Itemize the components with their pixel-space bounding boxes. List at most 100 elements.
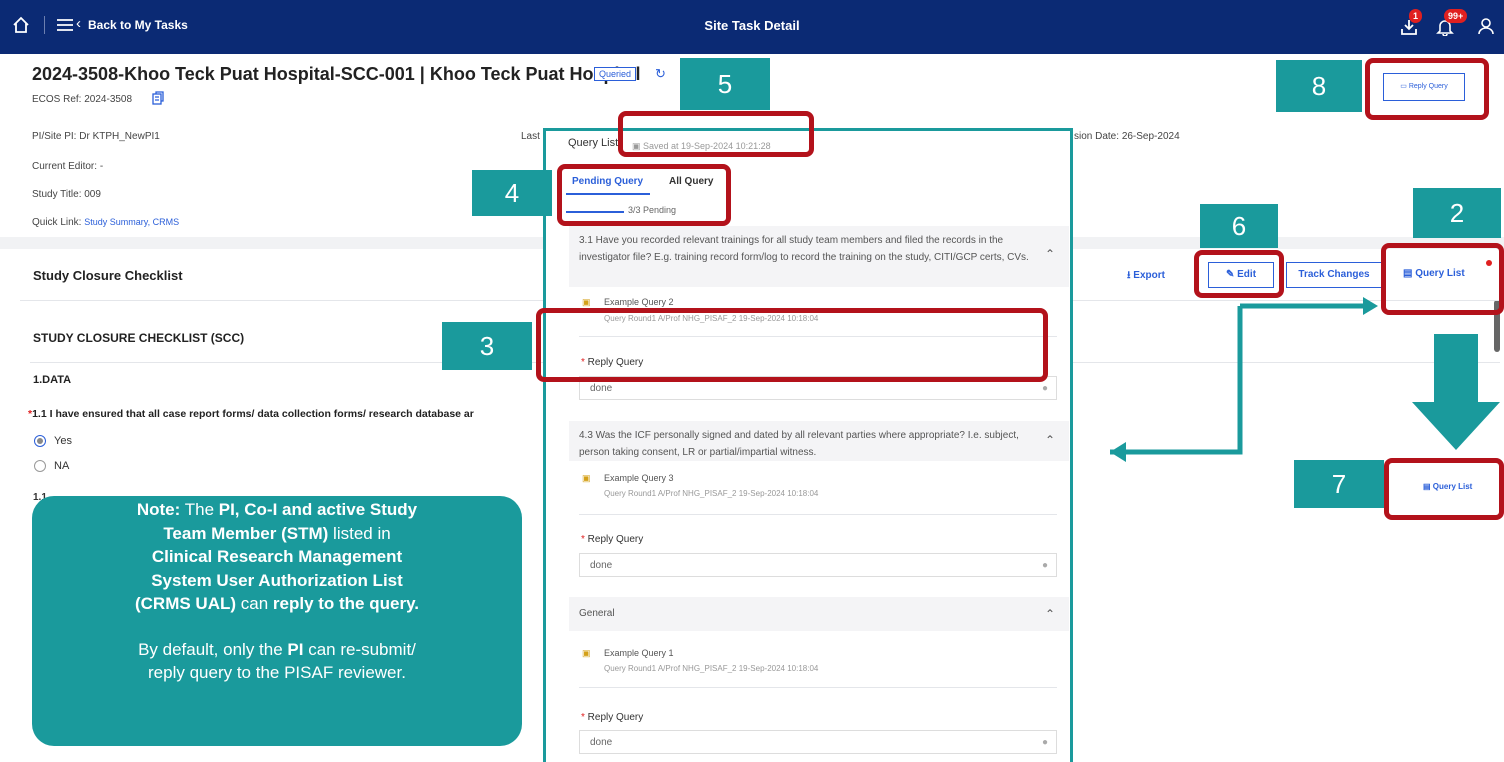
- note-text: reply to the query.: [272, 594, 419, 613]
- query-question-3-1[interactable]: 3.1 Have you recorded relevant trainings…: [569, 226, 1069, 287]
- required-marker: *: [581, 534, 588, 545]
- copy-icon[interactable]: [152, 91, 164, 105]
- panel-title: Query List: [568, 137, 619, 149]
- query-flag-icon: ▣: [582, 473, 591, 483]
- query-name: Example Query 1: [604, 648, 674, 658]
- radio-yes[interactable]: [34, 435, 46, 447]
- required-marker: *: [581, 712, 588, 723]
- editor-label: Current Editor:: [32, 161, 98, 172]
- checklist-title: Study Closure Checklist: [33, 268, 183, 283]
- quick-link-label: Quick Link:: [32, 217, 82, 228]
- query-question-4-3[interactable]: 4.3 Was the ICF personally signed and da…: [569, 421, 1069, 461]
- note-text: reply query to the PISAF reviewer.: [148, 663, 406, 682]
- clear-icon[interactable]: ●: [1042, 731, 1048, 755]
- query-question-general[interactable]: General ⌃: [569, 597, 1069, 631]
- query-flag-icon: ▣: [582, 297, 591, 307]
- query-name: Example Query 2: [604, 297, 674, 307]
- note-text: By default, only the: [138, 639, 288, 659]
- notification-count-badge: 99+: [1444, 9, 1468, 23]
- note-text: System User Authorization List: [151, 570, 403, 590]
- form-heading: STUDY CLOSURE CHECKLIST (SCC): [33, 331, 245, 345]
- track-changes-button[interactable]: Track Changes: [1286, 262, 1382, 288]
- note-line-7: reply query to the PISAF reviewer.: [54, 661, 500, 685]
- note-text: Note:: [136, 500, 181, 519]
- reply-query-input[interactable]: done ●: [579, 730, 1057, 754]
- user-icon[interactable]: [1477, 17, 1495, 35]
- reply-value: done: [590, 737, 613, 748]
- note-line-3: Clinical Research Management: [54, 545, 500, 569]
- divider: [579, 687, 1057, 688]
- radio-yes-label: Yes: [54, 435, 72, 447]
- section-data: 1.DATA: [33, 374, 72, 386]
- quick-link[interactable]: Study Summary, CRMS: [84, 217, 179, 227]
- query-name: Example Query 3: [604, 473, 674, 483]
- note-text: Team Member (STM): [163, 523, 329, 543]
- top-nav-bar: ‹ Back to My Tasks Site Task Detail 1 99…: [0, 0, 1504, 54]
- note-callout: Note: The PI, Co-I and active Study Team…: [32, 496, 522, 746]
- radio-na[interactable]: [34, 460, 46, 472]
- query-list-collapsed-button[interactable]: ▤ Query List: [1423, 482, 1472, 491]
- question-1-1-text: 1.1 I have ensured that all case report …: [32, 408, 474, 420]
- note-text: Clinical Research Management: [151, 547, 403, 566]
- highlight-reply-query-button: [1365, 58, 1489, 120]
- question-text: 4.3 Was the ICF personally signed and da…: [579, 430, 1019, 458]
- export-label: Export: [1133, 270, 1165, 281]
- note-line-6: By default, only the PI can re-submit/: [54, 638, 500, 662]
- query-flag-icon: ▣: [582, 648, 591, 658]
- reply-query-label: * Reply Query: [581, 534, 643, 545]
- clear-icon[interactable]: ●: [1042, 554, 1048, 578]
- reply-label-text: Reply Query: [587, 534, 644, 545]
- study-title-value: 009: [84, 189, 101, 200]
- callout-8: 8: [1276, 60, 1362, 112]
- question-1-1: *1.1 I have ensured that all case report…: [28, 408, 474, 420]
- chevron-up-icon[interactable]: ⌃: [1045, 432, 1055, 449]
- callout-5: 5: [680, 58, 770, 110]
- radio-selected-dot: [37, 438, 43, 444]
- reply-query-label: * Reply Query: [581, 712, 643, 723]
- radio-na-label: NA: [54, 460, 70, 472]
- study-title-row: Study Title: 009: [32, 189, 101, 200]
- note-line-5: (CRMS UAL) can reply to the query.: [54, 592, 500, 616]
- quick-link-row: Quick Link: Study Summary, CRMS: [32, 217, 179, 228]
- study-title-label: Study Title:: [32, 189, 82, 200]
- note-text: listed in: [328, 523, 391, 543]
- reply-query-input[interactable]: done ●: [579, 553, 1057, 577]
- editor-row: Current Editor: -: [32, 161, 103, 172]
- divider: [579, 514, 1057, 515]
- note-text: can re-submit/: [303, 639, 416, 659]
- note-line-1: Note: The PI, Co-I and active Study: [54, 498, 500, 522]
- flow-arrows: [1110, 297, 1500, 462]
- pi-row: PI/Site PI: Dr KTPH_NewPI1: [32, 131, 160, 142]
- download-count-badge: 1: [1409, 9, 1423, 23]
- arrow-edit-to-panel: [1110, 306, 1243, 455]
- export-button[interactable]: ⭳ Export: [1127, 268, 1165, 285]
- ecos-ref: ECOS Ref: 2024-3508: [32, 94, 133, 105]
- question-text: General: [579, 608, 615, 619]
- status-badge: Queried: [594, 67, 637, 81]
- query-meta: Query Round1 A/Prof NHG_PISAF_2 19-Sep-2…: [604, 489, 819, 498]
- note-line-2: Team Member (STM) listed in: [54, 522, 500, 546]
- history-icon[interactable]: ↻: [655, 66, 666, 82]
- note-text: can: [236, 594, 273, 613]
- callout-2: 2: [1413, 188, 1501, 238]
- submission-date: sion Date: 26-Sep-2024: [1074, 131, 1180, 142]
- reply-label-text: Reply Query: [587, 712, 644, 723]
- pi-value: Dr KTPH_NewPI1: [79, 131, 160, 142]
- question-text: 3.1 Have you recorded relevant trainings…: [579, 235, 1029, 263]
- note-line-4: System User Authorization List: [54, 569, 500, 593]
- highlight-tabs: [557, 164, 731, 226]
- chevron-up-icon[interactable]: ⌃: [1045, 603, 1055, 625]
- highlight-saved-timestamp: [618, 111, 814, 157]
- query-list-label: Query List: [1432, 482, 1473, 491]
- highlight-reply-section: [536, 308, 1048, 382]
- note-text: PI, Co-I and active Study: [218, 500, 418, 519]
- callout-6: 6: [1200, 204, 1278, 248]
- chevron-up-icon[interactable]: ⌃: [1045, 246, 1055, 263]
- arrow-down-big: [1412, 334, 1500, 450]
- page-title: Site Task Detail: [704, 18, 800, 33]
- callout-4: 4: [472, 170, 552, 216]
- editor-value: -: [99, 161, 104, 172]
- note-text: PI: [287, 639, 304, 659]
- reply-value: done: [590, 383, 613, 394]
- last-label: Last: [521, 131, 540, 142]
